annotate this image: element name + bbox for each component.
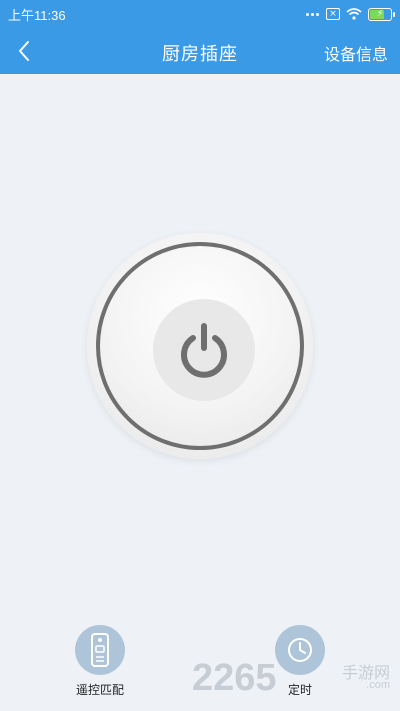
notification-x-icon: ×: [326, 8, 340, 20]
remote-match-control[interactable]: 遥控匹配: [60, 625, 140, 698]
watermark: 2265 手游网 .com: [192, 653, 392, 703]
remote-icon: [91, 633, 109, 667]
status-time: 上午11:36: [8, 8, 66, 23]
watermark-number: 2265: [192, 657, 277, 699]
remote-circle[interactable]: [75, 625, 125, 675]
device-info-button[interactable]: 设备信息: [324, 41, 388, 65]
power-core: [153, 299, 255, 401]
wifi-icon: [346, 8, 362, 20]
power-button[interactable]: [87, 233, 313, 459]
navbar: 厨房插座 设备信息: [0, 28, 400, 74]
status-bar: 上午11:36 × ⚡: [0, 0, 400, 28]
power-icon: [181, 323, 227, 378]
status-icons: × ⚡: [305, 6, 395, 22]
watermark-domain: .com: [366, 679, 390, 691]
more-dots-icon: [305, 12, 320, 16]
remote-label: 遥控匹配: [75, 683, 124, 697]
power-ring: [96, 242, 304, 450]
battery-charging-icon: ⚡: [368, 7, 395, 21]
